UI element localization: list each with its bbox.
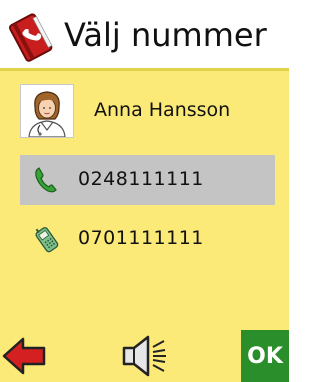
phone-number-text: 0248111111 [78,168,204,190]
avatar [20,84,74,138]
contact-name: Anna Hansson [94,99,231,121]
speaker-icon [122,335,166,377]
ok-label: OK [247,343,283,369]
phonebook-icon [8,13,53,62]
mobile-number-row[interactable]: 0701111111 [20,214,275,264]
phone-number-row[interactable]: 0248111111 [20,155,275,205]
page-title: Välj nummer [64,16,267,54]
doctor-avatar-icon [28,91,66,138]
back-button[interactable] [0,330,48,382]
speaker-button[interactable] [120,330,168,382]
mobile-number-text: 0701111111 [78,227,204,249]
app-screen: Välj nummer Anna Hansson 0248111111 0701… [0,0,289,382]
ok-button[interactable]: OK [241,330,289,382]
header: Välj nummer [0,0,289,71]
back-arrow-icon [2,337,46,375]
landline-phone-icon [35,167,57,193]
contact-card: Anna Hansson [20,84,270,138]
mobile-phone-icon [35,227,59,253]
